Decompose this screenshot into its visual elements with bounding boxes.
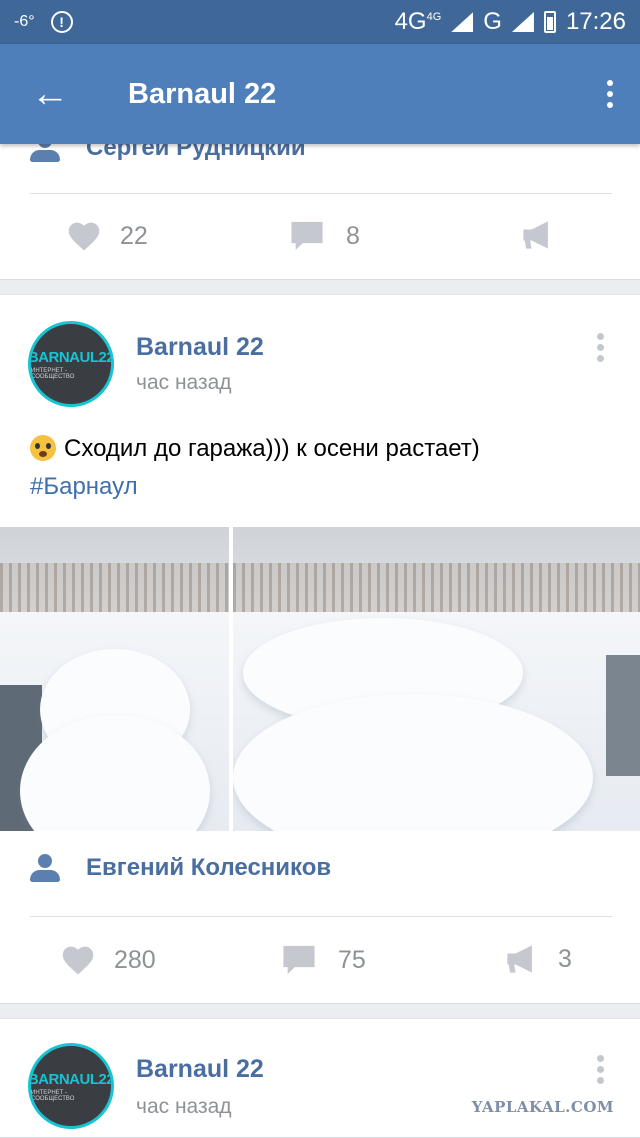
- post-photo-2[interactable]: [233, 527, 640, 831]
- network-g: G: [483, 8, 502, 35]
- like-count: 280: [114, 945, 156, 974]
- post-time: час назад: [136, 371, 232, 394]
- post-time: час назад: [136, 1095, 232, 1118]
- comment-count: 8: [346, 221, 360, 250]
- post-actions: 280 75 3: [0, 932, 640, 992]
- author-name: Евгений Колесников: [86, 854, 332, 881]
- avatar-logo-text: BARNAUL22: [28, 348, 114, 366]
- community-avatar[interactable]: BARNAUL22 ИНТЕРНЕТ - СООБЩЕСТВО: [28, 321, 114, 407]
- app-bar: ← Barnaul 22: [0, 44, 640, 144]
- avatar-logo-subtext: ИНТЕРНЕТ - СООБЩЕСТВО: [31, 367, 75, 380]
- community-avatar[interactable]: BARNAUL22 ИНТЕРНЕТ - СООБЩЕСТВО: [28, 1043, 114, 1129]
- post-text: Сходил до гаража))) к осени растает) #Ба…: [30, 430, 620, 506]
- watermark: YAPLAKAL.COM: [471, 1098, 614, 1116]
- clock: 17:26: [565, 8, 626, 35]
- comment-icon: [282, 944, 316, 976]
- overflow-menu-icon[interactable]: [580, 44, 640, 144]
- hashtag-link[interactable]: #Барнаул: [30, 473, 138, 500]
- post-community-name[interactable]: Barnaul 22: [136, 333, 264, 362]
- megaphone-icon: [520, 220, 554, 250]
- like-count: 22: [120, 221, 148, 250]
- repost-count: 3: [558, 944, 572, 973]
- post-photo-1[interactable]: [0, 527, 229, 831]
- alert-icon: !: [50, 11, 73, 33]
- signal-icon: [451, 12, 474, 32]
- comment-count: 75: [338, 945, 366, 974]
- comment-button[interactable]: 75: [282, 944, 366, 976]
- avatar-logo-text: BARNAUL22: [28, 1070, 114, 1088]
- status-bar: -6° ! 4G4G G 17:26: [0, 0, 640, 44]
- garage-shape: [606, 654, 640, 777]
- avatar-logo-subtext: ИНТЕРНЕТ - СООБЩЕСТВО: [31, 1089, 75, 1102]
- comment-icon: [290, 220, 324, 252]
- post-community-name[interactable]: Barnaul 22: [136, 1055, 264, 1084]
- post-actions: 22 8: [0, 208, 640, 268]
- back-arrow-icon[interactable]: ←: [0, 44, 100, 144]
- person-icon: [30, 854, 60, 882]
- comment-button[interactable]: 8: [290, 220, 360, 252]
- repost-button[interactable]: [520, 220, 574, 250]
- fearful-face-emoji-icon: [30, 435, 56, 461]
- heart-icon: [60, 944, 96, 976]
- battery-icon: [543, 11, 556, 33]
- post-author[interactable]: Евгений Колесников: [30, 854, 331, 882]
- post-card-next: BARNAUL22 ИНТЕРНЕТ - СООБЩЕСТВО Barnaul …: [0, 1018, 640, 1138]
- page-title: Barnaul 22: [128, 77, 277, 110]
- post-menu-icon[interactable]: [590, 1055, 610, 1084]
- like-button[interactable]: 22: [66, 220, 148, 252]
- repost-button[interactable]: 3: [504, 944, 572, 974]
- divider: [30, 193, 612, 194]
- signal-icon-2: [511, 12, 534, 32]
- divider: [30, 916, 612, 917]
- post-card-previous: Сергей Рудницкий 22 8: [0, 120, 640, 280]
- temperature: -6°: [14, 13, 35, 30]
- status-right: 4G4G G 17:26: [395, 8, 626, 36]
- megaphone-icon: [504, 944, 538, 974]
- like-button[interactable]: 280: [60, 944, 156, 976]
- heart-icon: [66, 220, 102, 252]
- post-body: Сходил до гаража))) к осени растает): [64, 435, 480, 462]
- network-4g: 4G4G: [394, 8, 442, 35]
- post-menu-icon[interactable]: [590, 333, 610, 362]
